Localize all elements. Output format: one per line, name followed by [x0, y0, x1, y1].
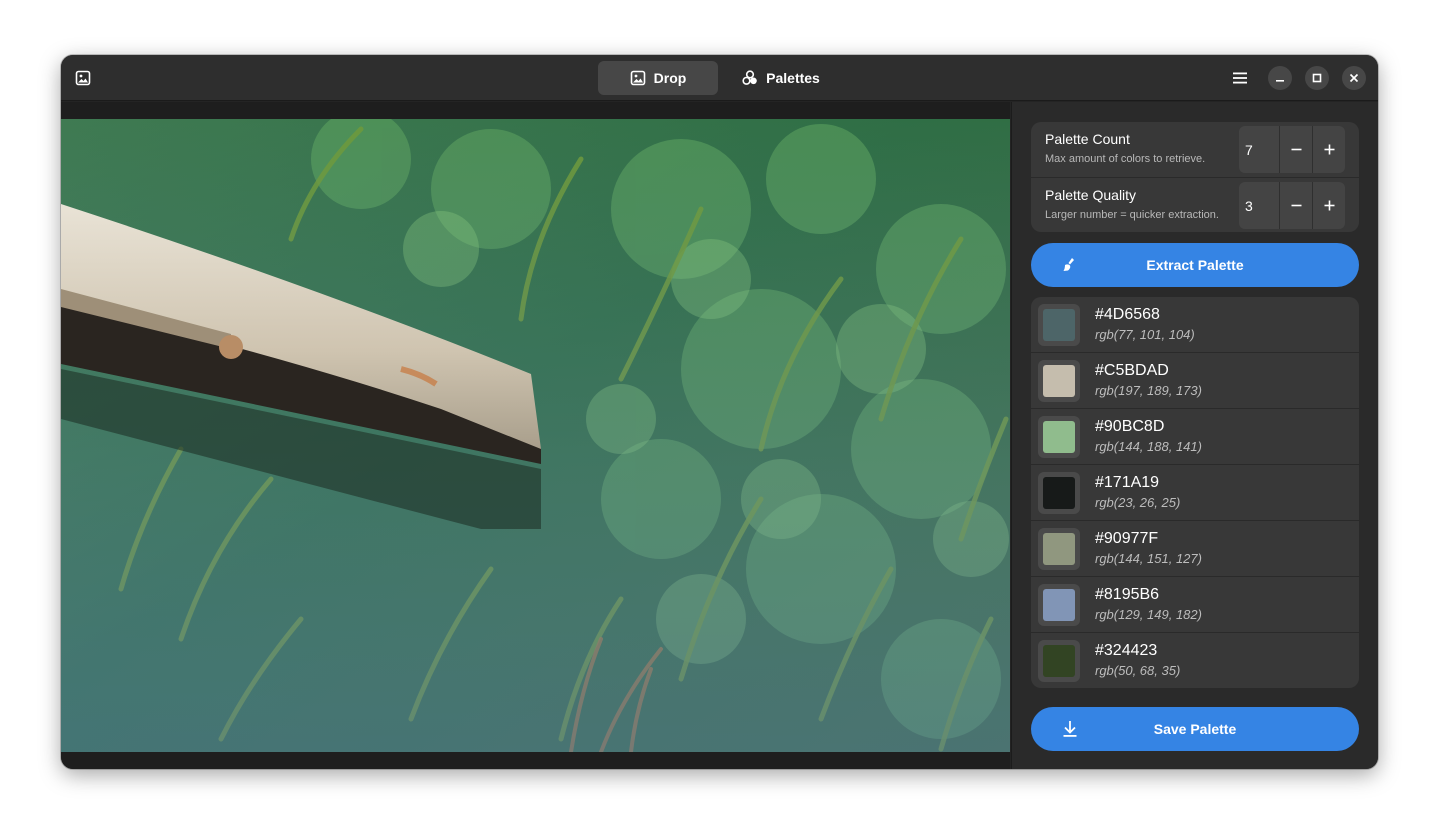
image-icon[interactable]: [75, 70, 91, 86]
close-button[interactable]: [1342, 66, 1366, 90]
tab-drop[interactable]: Drop: [598, 61, 718, 95]
palette-quality-row: Palette Quality Larger number = quicker …: [1031, 177, 1359, 232]
color-hex: #171A19: [1095, 474, 1160, 491]
extract-palette-button[interactable]: Extract Palette: [1031, 243, 1359, 287]
palette-color-row[interactable]: #324423 rgb(50, 68, 35): [1031, 633, 1359, 688]
save-palette-button[interactable]: Save Palette: [1031, 707, 1359, 751]
palette-count-spinbutton: 7: [1239, 126, 1345, 173]
color-rgb: rgb(77, 101, 104): [1095, 327, 1195, 342]
minimize-icon: [1276, 80, 1284, 82]
palette-count-title: Palette Count: [1045, 131, 1130, 147]
color-swatch: [1038, 304, 1080, 346]
color-swatch: [1038, 584, 1080, 626]
palette-color-row[interactable]: #171A19 rgb(23, 26, 25): [1031, 465, 1359, 521]
minus-icon: [1291, 204, 1301, 207]
palette-color-row[interactable]: #90BC8D rgb(144, 188, 141): [1031, 409, 1359, 465]
tab-palettes[interactable]: Palettes: [724, 61, 838, 95]
dropped-image: [61, 119, 1010, 752]
palette-quality-value[interactable]: 3: [1239, 182, 1279, 229]
maximize-button[interactable]: [1305, 66, 1329, 90]
minimize-button[interactable]: [1268, 66, 1292, 90]
color-hex: #90977F: [1095, 530, 1159, 547]
palette-count-value[interactable]: 7: [1239, 126, 1279, 173]
palette-color-row[interactable]: #8195B6 rgb(129, 149, 182): [1031, 577, 1359, 633]
palette-quality-decrement-button[interactable]: [1279, 182, 1312, 229]
color-hex: #90BC8D: [1095, 418, 1165, 435]
sidebar: Palette Count Max amount of colors to re…: [1011, 102, 1378, 769]
image-icon: [630, 70, 645, 86]
brush-icon: [1063, 258, 1074, 271]
close-icon: [1349, 73, 1359, 83]
save-palette-label: Save Palette: [1153, 721, 1237, 737]
image-drop-area[interactable]: [61, 102, 1010, 769]
window-controls: [1228, 66, 1366, 90]
palette-count-increment-button[interactable]: [1312, 126, 1345, 173]
main-menu-button[interactable]: [1228, 66, 1252, 90]
extract-palette-label: Extract Palette: [1146, 257, 1244, 273]
plus-icon: [1324, 144, 1334, 155]
color-rgb: rgb(197, 189, 173): [1095, 383, 1202, 398]
color-rgb: rgb(50, 68, 35): [1095, 663, 1181, 678]
color-hex: #8195B6: [1095, 586, 1160, 603]
color-rgb: rgb(144, 151, 127): [1095, 551, 1202, 566]
color-swatch: [1038, 416, 1080, 458]
color-rgb: rgb(129, 149, 182): [1095, 607, 1202, 622]
download-icon: [1063, 721, 1077, 737]
color-swatch: [1038, 640, 1080, 682]
color-hex: #4D6568: [1095, 306, 1160, 323]
color-hex: #324423: [1095, 642, 1158, 659]
color-swatch: [1038, 472, 1080, 514]
palette-count-subtitle: Max amount of colors to retrieve.: [1045, 153, 1206, 165]
palette-color-row[interactable]: #4D6568 rgb(77, 101, 104): [1031, 297, 1359, 353]
color-rgb: rgb(144, 188, 141): [1095, 439, 1202, 454]
headerbar: Drop Palettes: [61, 55, 1378, 101]
palette-quality-title: Palette Quality: [1045, 187, 1137, 203]
palette-quality-subtitle: Larger number = quicker extraction.: [1045, 209, 1219, 221]
palette-color-row[interactable]: #C5BDAD rgb(197, 189, 173): [1031, 353, 1359, 409]
view-switcher: Drop Palettes: [598, 61, 838, 95]
plus-icon: [1324, 200, 1334, 211]
palette-count-decrement-button[interactable]: [1279, 126, 1312, 173]
hamburger-menu-icon: [1233, 72, 1247, 84]
minus-icon: [1291, 148, 1301, 151]
palette-count-row: Palette Count Max amount of colors to re…: [1031, 122, 1359, 177]
tab-palettes-label: Palettes: [766, 70, 820, 86]
maximize-icon: [1312, 73, 1322, 83]
color-hex: #C5BDAD: [1095, 362, 1169, 379]
palette-color-row[interactable]: #90977F rgb(144, 151, 127): [1031, 521, 1359, 577]
color-swatch: [1038, 360, 1080, 402]
color-swatch: [1038, 528, 1080, 570]
tab-drop-label: Drop: [653, 70, 687, 86]
palette-quality-increment-button[interactable]: [1312, 182, 1345, 229]
palette-list: #4D6568 rgb(77, 101, 104) #C5BDAD rgb(19…: [1031, 297, 1359, 688]
settings-card: Palette Count Max amount of colors to re…: [1031, 122, 1359, 232]
palette-quality-spinbutton: 3: [1239, 182, 1345, 229]
color-rgb: rgb(23, 26, 25): [1095, 495, 1181, 510]
app-window: Drop Palettes Palette Count Max amount o…: [61, 55, 1378, 769]
palette-icon: [742, 70, 757, 85]
